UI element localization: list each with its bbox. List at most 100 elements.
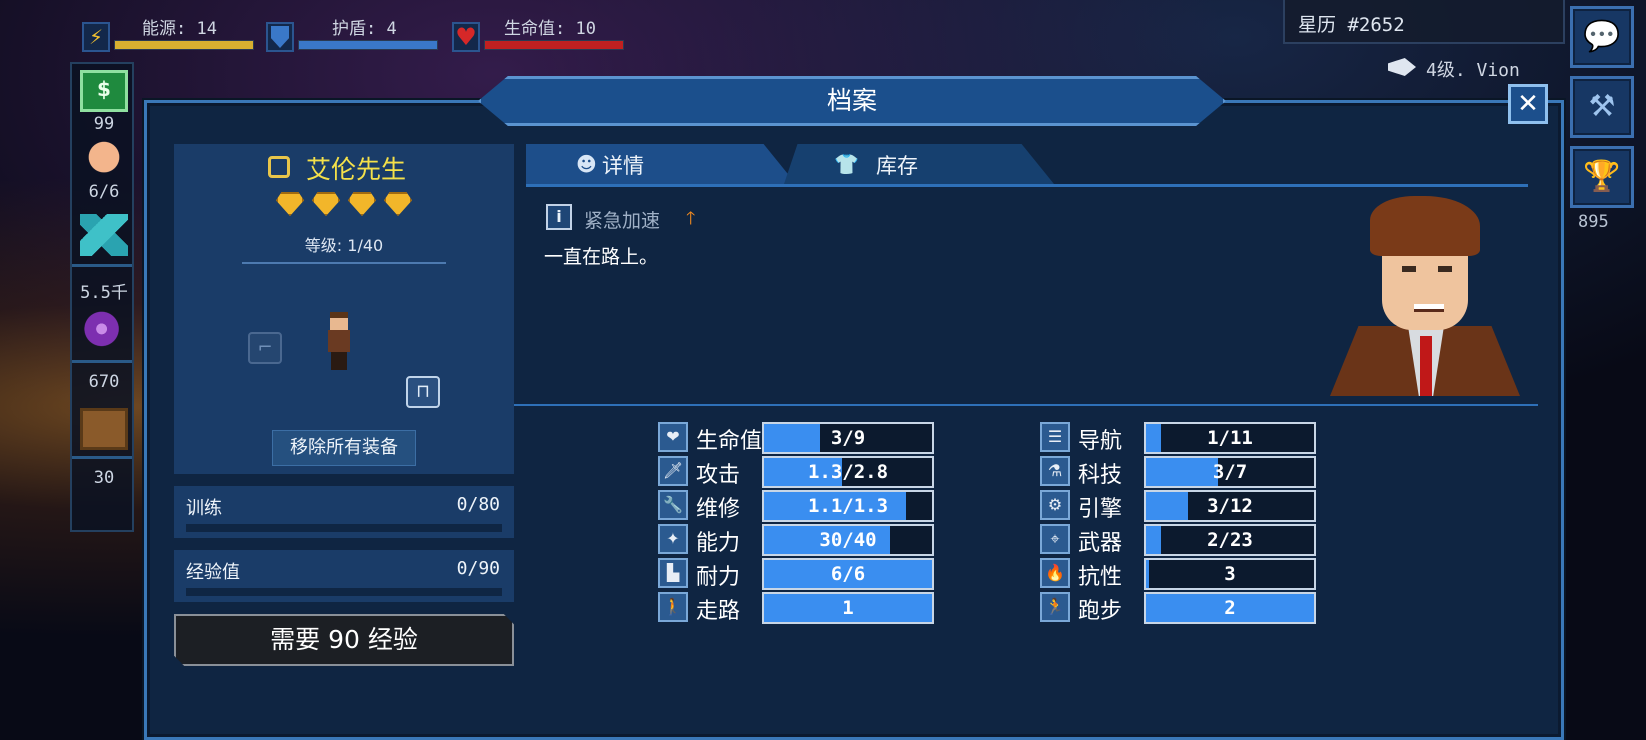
- close-button[interactable]: ✕: [1508, 84, 1548, 124]
- energy-bar: [114, 40, 254, 50]
- training-bar: [186, 524, 502, 532]
- stardate: 星历 #2652: [1298, 14, 1405, 36]
- need-xp-button[interactable]: 需要 90 经验: [174, 614, 514, 666]
- stat-value: 30/40: [819, 529, 877, 551]
- stat-value: 2: [1224, 597, 1236, 619]
- crew-count: 6/6: [88, 182, 120, 202]
- armor-icon: ⊓: [415, 381, 431, 402]
- crew-level: 等级: 1/40: [304, 236, 384, 255]
- heart-icon: ♥: [452, 22, 480, 52]
- chat-icon: 💬: [1583, 19, 1621, 54]
- ship-level: 4级. Vion: [1426, 60, 1520, 81]
- walk-icon: 🚶: [658, 592, 688, 622]
- crystal-bar: [72, 264, 132, 267]
- trophy-icon: 🏆: [1583, 159, 1621, 194]
- panel-title: 档案: [826, 86, 877, 115]
- money-count: 99: [93, 114, 115, 134]
- stat-value: 2/23: [1207, 529, 1253, 551]
- stat-label: 导航: [1078, 429, 1123, 454]
- stat-bar: 3/12: [1144, 490, 1316, 522]
- hammer-icon: ⚒: [1588, 89, 1616, 124]
- health-stat: ♥ 生命值: 10: [452, 10, 628, 54]
- crystal-count: 5.5千: [80, 283, 128, 303]
- trophy-count: 895: [1578, 212, 1609, 232]
- heart-icon: ❤: [658, 422, 688, 452]
- tab-details-label: 详情: [602, 154, 644, 178]
- rank-gems: [276, 192, 412, 216]
- chat-button[interactable]: 💬: [1570, 6, 1634, 68]
- run-icon: 🏃: [1040, 592, 1070, 622]
- stat-bar: 3/9: [762, 422, 934, 454]
- unlock-icon[interactable]: [268, 156, 290, 178]
- crate-bar: [72, 456, 132, 459]
- money-icon: $: [80, 70, 128, 112]
- flask-icon: ⚗: [1040, 456, 1070, 486]
- wrench-icon: 🔧: [658, 490, 688, 520]
- fire-icon: 🔥: [1040, 558, 1070, 588]
- training-row: 训练 0/80: [174, 486, 514, 538]
- crate-count: 30: [93, 468, 115, 488]
- training-label: 训练: [186, 498, 222, 519]
- crew-sprite: [324, 312, 354, 372]
- ability-icon: ✦: [658, 524, 688, 554]
- weapon-slot[interactable]: ⌐: [248, 332, 282, 364]
- energy-stat: ⚡ 能源: 14: [82, 10, 258, 54]
- stat-value: 1: [842, 597, 854, 619]
- sword-icon: 🗡: [658, 456, 688, 486]
- stat-bar: 3: [1144, 558, 1316, 590]
- stat-value: 3/9: [830, 427, 866, 449]
- stat-label: 能力: [696, 531, 741, 556]
- training-value: 0/80: [456, 494, 500, 515]
- orb-bar: [72, 360, 132, 363]
- crew-face-icon: [80, 134, 128, 176]
- boot-icon: ▙: [658, 558, 688, 588]
- orb-icon: [80, 310, 128, 352]
- stat-label: 攻击: [696, 463, 741, 488]
- crew-bio: 一直在路上。: [544, 246, 659, 268]
- shield-stat: 护盾: 4: [266, 10, 442, 54]
- stat-label: 抗性: [1078, 565, 1123, 590]
- info-icon[interactable]: i: [546, 204, 572, 230]
- stats-divider: [514, 404, 1538, 406]
- crew-portrait: [1330, 196, 1520, 396]
- stat-bar: 1.3/2.8: [762, 456, 934, 488]
- experience-label: 经验值: [186, 562, 240, 583]
- remove-all-equipment-button[interactable]: 移除所有装备: [272, 430, 416, 466]
- shield-icon: [266, 22, 294, 52]
- stat-bar: 2: [1144, 592, 1316, 624]
- trait-up-arrow-icon: 🡑: [686, 208, 696, 229]
- stat-value: 1/11: [1207, 427, 1253, 449]
- stat-label: 生命值: [696, 429, 763, 454]
- engine-icon: ⚙: [1040, 490, 1070, 520]
- stat-label: 引擎: [1078, 497, 1123, 522]
- trophy-button[interactable]: 🏆: [1570, 146, 1634, 208]
- stat-value: 1.3/2.8: [807, 461, 889, 483]
- stat-bar: 6/6: [762, 558, 934, 590]
- stat-bar: 3/7: [1144, 456, 1316, 488]
- resource-column: $ 99 6/6 5.5千 670 30: [70, 62, 134, 532]
- stat-label: 武器: [1078, 531, 1123, 556]
- health-label: 生命值: 10: [504, 19, 596, 39]
- stat-bar: 1: [762, 592, 934, 624]
- experience-value: 0/90: [456, 558, 500, 579]
- tab-underline: [526, 184, 1528, 187]
- stat-label: 走路: [696, 599, 741, 624]
- tab-inventory[interactable]: 👕 库存: [784, 144, 1054, 184]
- armor-slot[interactable]: ⊓: [406, 376, 440, 408]
- shield-bar: [298, 40, 438, 50]
- rank-gem-icon: [276, 192, 304, 216]
- build-button[interactable]: ⚒: [1570, 76, 1634, 138]
- stat-label: 耐力: [696, 565, 741, 590]
- stat-label: 科技: [1078, 463, 1123, 488]
- energy-label: 能源: 14: [142, 19, 217, 39]
- divider: [242, 262, 446, 264]
- tab-inventory-label: 库存: [876, 154, 918, 178]
- orb-count: 670: [88, 372, 120, 392]
- person-icon: ☻: [576, 152, 597, 176]
- rank-gem-icon: [312, 192, 340, 216]
- tab-details[interactable]: ☻ 详情: [526, 144, 796, 184]
- shield-label: 护盾: 4: [332, 19, 397, 39]
- crosshair-icon: ⌖: [1040, 524, 1070, 554]
- stat-bar: 1.1/1.3: [762, 490, 934, 522]
- experience-row: 经验值 0/90: [174, 550, 514, 602]
